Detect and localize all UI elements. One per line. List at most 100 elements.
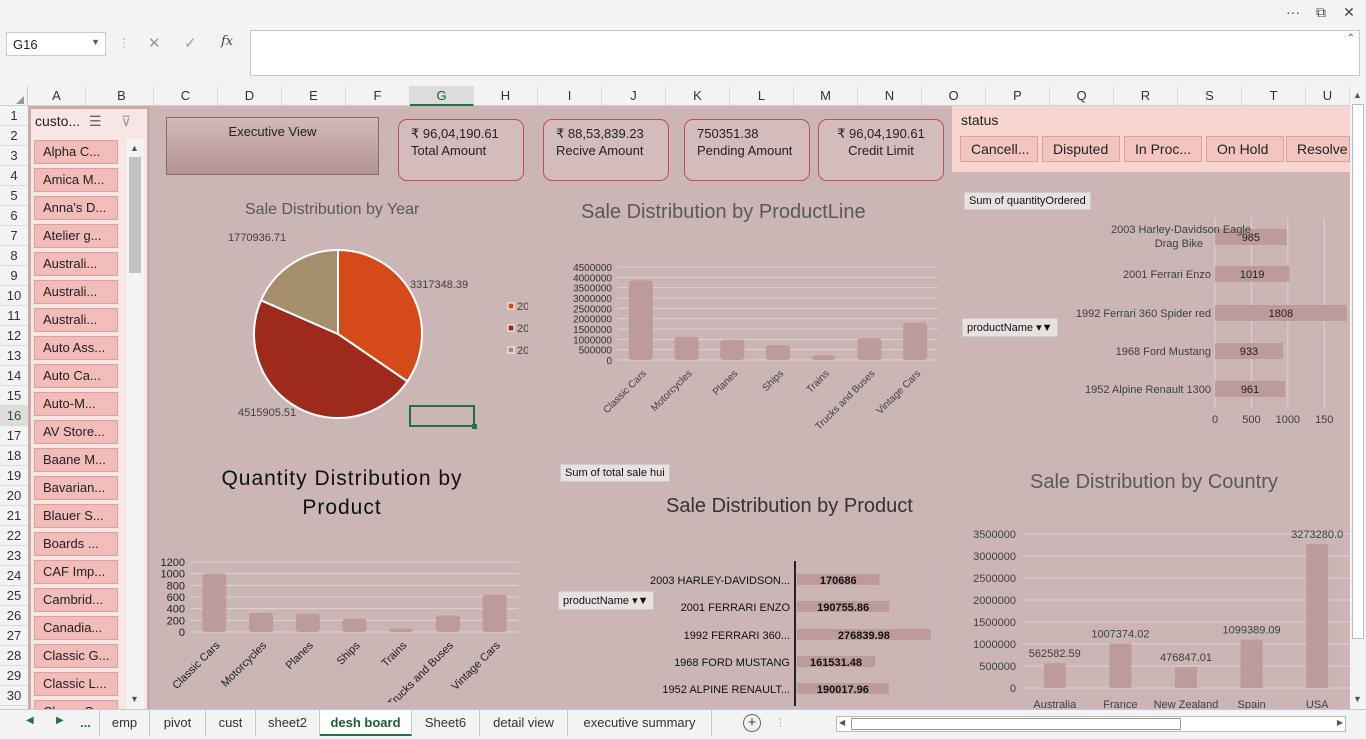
- slicer-item[interactable]: Auto Ass...: [34, 336, 118, 360]
- row-header[interactable]: 23: [0, 546, 28, 566]
- slicer-item[interactable]: CAF Imp...: [34, 560, 118, 584]
- row-header[interactable]: 21: [0, 506, 28, 526]
- column-header[interactable]: T: [1242, 86, 1306, 106]
- status-item-cancelled[interactable]: Cancell...: [960, 136, 1038, 162]
- column-header[interactable]: J: [602, 86, 666, 106]
- filter-button-productname[interactable]: productName ▾▼: [962, 318, 1058, 337]
- formula-input[interactable]: ⌃: [250, 30, 1360, 76]
- status-item-resolved[interactable]: Resolve: [1286, 136, 1350, 162]
- sheet-tab[interactable]: desh board: [320, 710, 412, 736]
- status-item-on-hold[interactable]: On Hold: [1206, 136, 1284, 162]
- row-header[interactable]: 3: [0, 146, 28, 166]
- slicer-item[interactable]: Canadia...: [34, 616, 118, 640]
- scroll-right-icon[interactable]: ▶: [1337, 718, 1343, 727]
- row-header[interactable]: 19: [0, 466, 28, 486]
- scroll-thumb[interactable]: [129, 157, 141, 273]
- field-button-quantity[interactable]: Sum of quantityOrdered: [964, 192, 1091, 210]
- column-header[interactable]: U: [1306, 86, 1350, 106]
- chevron-down-icon[interactable]: ▼: [91, 37, 100, 47]
- insert-function-icon[interactable]: fx: [221, 34, 233, 49]
- productline-bar-chart[interactable]: 0500000100000015000002000000250000030000…: [538, 256, 938, 446]
- row-header[interactable]: 9: [0, 266, 28, 286]
- row-header[interactable]: 5: [0, 186, 28, 206]
- row-header[interactable]: 22: [0, 526, 28, 546]
- column-header[interactable]: R: [1114, 86, 1178, 106]
- sale-by-product-bar-chart[interactable]: 170686 2003 HARLEY-DAVIDSON... 190755.86 20…: [640, 561, 940, 706]
- cancel-icon[interactable]: ✕: [148, 34, 161, 52]
- column-header[interactable]: C: [154, 86, 218, 106]
- column-header[interactable]: E: [282, 86, 346, 106]
- vertical-scrollbar[interactable]: ▲ ▼: [1350, 86, 1366, 709]
- scroll-left-icon[interactable]: ◀: [839, 718, 845, 727]
- sheet-tab[interactable]: executive summary: [568, 710, 712, 736]
- column-header[interactable]: D: [218, 86, 282, 106]
- tab-scroll-right-icon[interactable]: ▶: [56, 715, 64, 726]
- slicer-item[interactable]: Australi...: [34, 280, 118, 304]
- row-header[interactable]: 15: [0, 386, 28, 406]
- column-header[interactable]: O: [922, 86, 986, 106]
- multi-select-icon[interactable]: ☰: [89, 113, 102, 130]
- clear-filter-icon[interactable]: ⊽: [121, 113, 131, 130]
- slicer-item[interactable]: AV Store...: [34, 420, 118, 444]
- quantity-distribution-bar-chart[interactable]: 020040060080010001200 Classic CarsMotorcy…: [153, 552, 523, 702]
- column-header[interactable]: I: [538, 86, 602, 106]
- row-header[interactable]: 17: [0, 426, 28, 446]
- select-all-corner[interactable]: [0, 86, 28, 106]
- splitter-icon[interactable]: ⋮: [775, 716, 786, 729]
- row-header[interactable]: 25: [0, 586, 28, 606]
- column-header[interactable]: L: [730, 86, 794, 106]
- slicer-item[interactable]: Bavarian...: [34, 476, 118, 500]
- slicer-item[interactable]: Atelier g...: [34, 224, 118, 248]
- scroll-down-icon[interactable]: ▼: [130, 694, 139, 704]
- row-header[interactable]: 29: [0, 666, 28, 686]
- quantity-by-product-bar-chart[interactable]: 0 500 1000 150985101918089339612003 Harley-…: [1048, 218, 1350, 438]
- horizontal-scrollbar[interactable]: ◀ ▶: [836, 716, 1346, 732]
- column-header[interactable]: B: [90, 86, 154, 106]
- row-header[interactable]: 4: [0, 166, 28, 186]
- slicer-scrollbar[interactable]: ▲ ▼: [126, 139, 144, 709]
- add-sheet-button[interactable]: +: [743, 714, 761, 732]
- slicer-item[interactable]: Baane M...: [34, 448, 118, 472]
- scroll-thumb[interactable]: [1352, 104, 1364, 639]
- row-header[interactable]: 26: [0, 606, 28, 626]
- enter-icon[interactable]: ✓: [184, 34, 197, 52]
- slicer-item[interactable]: Blauer S...: [34, 504, 118, 528]
- row-header[interactable]: 12: [0, 326, 28, 346]
- sheet-tab[interactable]: emp: [100, 710, 150, 736]
- row-header[interactable]: 13: [0, 346, 28, 366]
- column-header[interactable]: M: [794, 86, 858, 106]
- row-header[interactable]: 16: [0, 406, 28, 426]
- scroll-up-icon[interactable]: ▲: [1353, 90, 1362, 100]
- sheet-tab[interactable]: detail view: [480, 710, 568, 736]
- year-pie-chart[interactable]: 3317348.39 4515905.51 1770936.71 2003 2004 20…: [188, 226, 528, 436]
- column-header[interactable]: K: [666, 86, 730, 106]
- column-header[interactable]: H: [474, 86, 538, 106]
- slicer-item[interactable]: Amica M...: [34, 168, 118, 192]
- slicer-item[interactable]: Australi...: [34, 308, 118, 332]
- row-header[interactable]: 28: [0, 646, 28, 666]
- close-icon[interactable]: ✕: [1338, 2, 1360, 22]
- slicer-item[interactable]: Clover C...: [34, 700, 118, 709]
- field-button-total-sale[interactable]: Sum of total sale hui: [560, 464, 670, 482]
- name-box[interactable]: G16 ▼: [6, 32, 106, 56]
- column-header[interactable]: G: [410, 86, 474, 106]
- row-header[interactable]: 14: [0, 366, 28, 386]
- country-bar-chart[interactable]: 0 500000 1000000 1500000 2000000 2500000 30000…: [952, 518, 1350, 709]
- scroll-up-icon[interactable]: ▲: [130, 143, 139, 153]
- slicer-item[interactable]: Boards ...: [34, 532, 118, 556]
- collapse-icon[interactable]: ⌃: [1347, 33, 1355, 44]
- sheet-tab[interactable]: cust: [206, 710, 256, 736]
- row-header[interactable]: 18: [0, 446, 28, 466]
- slicer-item[interactable]: Australi...: [34, 252, 118, 276]
- sheet-tab[interactable]: sheet2: [256, 710, 320, 736]
- customer-slicer[interactable]: custo... ☰ ⊽ Alpha C... Amica M... Anna's …: [31, 109, 147, 709]
- sheet-tab[interactable]: pivot: [150, 710, 206, 736]
- slicer-item[interactable]: Cambrid...: [34, 588, 118, 612]
- row-header[interactable]: 1: [0, 106, 28, 126]
- row-header[interactable]: 24: [0, 566, 28, 586]
- h-scroll-thumb[interactable]: [851, 718, 1181, 730]
- executive-view-button[interactable]: Executive View: [166, 117, 379, 175]
- sheet-tab[interactable]: ...: [72, 710, 100, 736]
- row-header[interactable]: 10: [0, 286, 28, 306]
- slicer-item[interactable]: Alpha C...: [34, 140, 118, 164]
